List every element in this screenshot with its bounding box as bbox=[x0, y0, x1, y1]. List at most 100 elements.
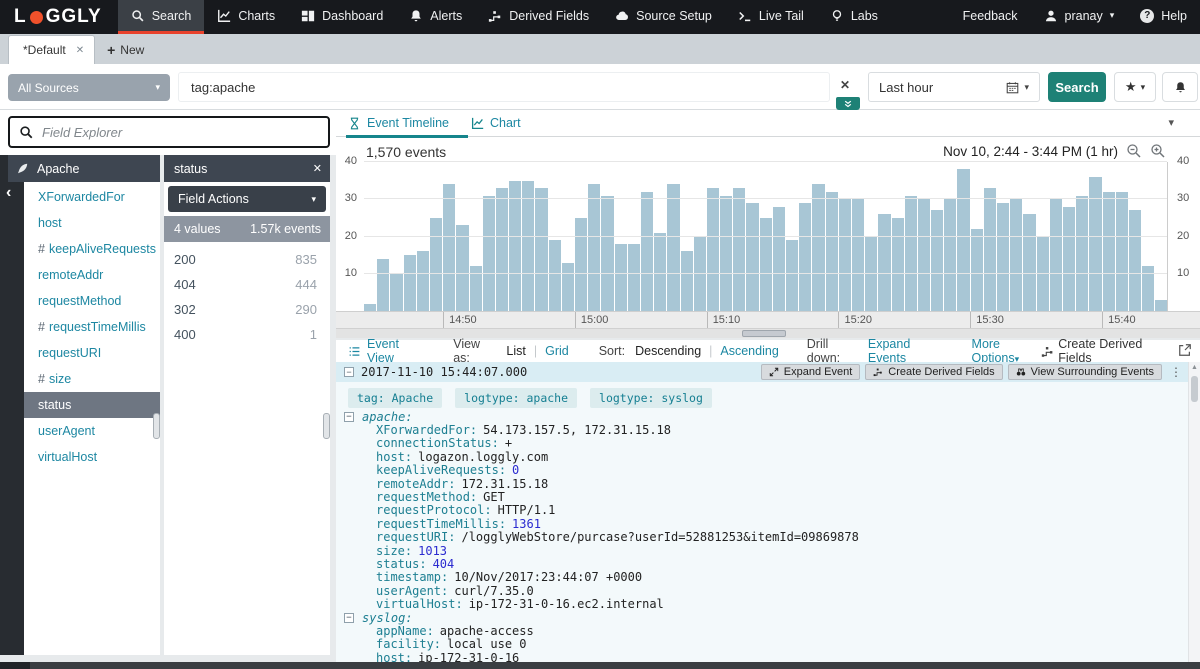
sidebar-field-requesttimemillis[interactable]: # requestTimeMillis bbox=[24, 314, 160, 340]
expand-events-option[interactable]: Expand Events bbox=[868, 337, 942, 365]
field-value-row[interactable]: 200 835 bbox=[164, 247, 330, 272]
field-group-header[interactable]: Apache bbox=[8, 155, 160, 182]
tree-key[interactable]: remoteAddr: bbox=[376, 477, 455, 491]
sidebar-field-requesturi[interactable]: requestURI bbox=[24, 340, 160, 366]
timeline-bar[interactable] bbox=[983, 188, 996, 311]
sidebar-field-status[interactable]: status bbox=[24, 392, 160, 418]
tree-key[interactable]: connectionStatus: bbox=[376, 436, 499, 450]
timeline-bar[interactable] bbox=[891, 217, 904, 311]
timeline-bar[interactable] bbox=[746, 202, 759, 311]
tab-default[interactable]: *Default ✕ bbox=[8, 35, 96, 64]
event-tag[interactable]: logtype: apache bbox=[455, 388, 578, 408]
loggly-logo[interactable]: L GGLY bbox=[0, 0, 118, 34]
tab-event-timeline[interactable]: Event Timeline bbox=[348, 110, 449, 136]
timeline-bar[interactable] bbox=[786, 240, 799, 311]
tree-key[interactable]: host: bbox=[376, 450, 412, 464]
timeline-bar[interactable] bbox=[812, 184, 825, 311]
tree-key[interactable]: facility: bbox=[376, 637, 441, 651]
timeline-bar[interactable] bbox=[495, 188, 509, 311]
collapse-node-icon[interactable]: − bbox=[344, 612, 354, 623]
timeline-bar[interactable] bbox=[1010, 199, 1023, 311]
nav-item-charts[interactable]: Charts bbox=[204, 0, 288, 34]
tree-value[interactable]: 404 bbox=[433, 557, 455, 571]
timeline-bar[interactable] bbox=[1115, 191, 1128, 311]
sort-descending-option[interactable]: Descending bbox=[635, 344, 701, 358]
time-range-picker[interactable]: Last hour ▾ bbox=[868, 72, 1040, 102]
timeline-bar[interactable] bbox=[509, 180, 522, 311]
expand-event-button[interactable]: Expand Event bbox=[760, 364, 861, 380]
help-menu[interactable]: ? Help bbox=[1127, 0, 1200, 34]
timeline-bar[interactable] bbox=[548, 240, 561, 311]
tree-value[interactable]: ip-172-31-0-16 bbox=[418, 651, 519, 662]
search-button[interactable]: Search bbox=[1048, 72, 1106, 102]
event-row-header[interactable]: − 2017-11-10 15:44:07.000 Expand Event Cr… bbox=[336, 362, 1188, 382]
timeline-bar[interactable] bbox=[456, 225, 469, 311]
timeline-bar[interactable] bbox=[640, 191, 654, 311]
event-tag[interactable]: tag: Apache bbox=[348, 388, 443, 408]
nav-item-dashboard[interactable]: Dashboard bbox=[288, 0, 396, 34]
sort-ascending-option[interactable]: Ascending bbox=[720, 344, 778, 358]
tree-key[interactable]: host: bbox=[376, 651, 412, 662]
panel-resize-handle[interactable] bbox=[323, 413, 330, 439]
more-options-menu[interactable]: More Options▾ bbox=[972, 337, 1042, 365]
sidebar-field-useragent[interactable]: userAgent bbox=[24, 418, 160, 444]
tree-value[interactable]: 54.173.157.5, 172.31.15.18 bbox=[483, 423, 671, 437]
nav-item-search[interactable]: Search bbox=[117, 0, 205, 34]
search-query-input[interactable] bbox=[178, 72, 830, 102]
tree-key[interactable]: requestMethod: bbox=[376, 490, 477, 504]
tree-value[interactable]: local use 0 bbox=[447, 637, 526, 651]
tree-key[interactable]: requestTimeMillis: bbox=[376, 517, 506, 531]
timeline-bar[interactable] bbox=[535, 188, 548, 311]
user-menu[interactable]: pranay ▾ bbox=[1031, 0, 1128, 34]
nav-item-source-setup[interactable]: Source Setup bbox=[602, 0, 725, 34]
tree-value[interactable]: 172.31.15.18 bbox=[461, 477, 548, 491]
tree-value[interactable]: GET bbox=[483, 490, 505, 504]
timeline-bar[interactable] bbox=[772, 206, 785, 311]
tree-key[interactable]: appName: bbox=[376, 624, 434, 638]
timeline-bar[interactable] bbox=[706, 188, 720, 311]
timeline-scrollbar-thumb[interactable] bbox=[742, 330, 787, 337]
collapse-node-icon[interactable]: − bbox=[344, 411, 354, 422]
panel-resize-handle[interactable] bbox=[153, 413, 160, 439]
tree-value[interactable]: 0 bbox=[512, 463, 519, 477]
tree-key[interactable]: XForwardedFor: bbox=[376, 423, 477, 437]
timeline-bar[interactable] bbox=[917, 199, 931, 311]
tree-key[interactable]: requestProtocol: bbox=[376, 503, 492, 517]
timeline-bar[interactable] bbox=[693, 236, 706, 311]
new-tab-button[interactable]: + New bbox=[95, 35, 156, 64]
timeline-bar[interactable] bbox=[667, 184, 680, 311]
timeline-bar[interactable] bbox=[377, 258, 390, 311]
sidebar-field-requestmethod[interactable]: requestMethod bbox=[24, 288, 160, 314]
close-panel-icon[interactable]: ✕ bbox=[313, 162, 322, 175]
sidebar-field-xforwardedfor[interactable]: XForwardedFor bbox=[24, 184, 160, 210]
nav-item-labs[interactable]: Labs bbox=[817, 0, 891, 34]
field-actions-button[interactable]: Field Actions ▾ bbox=[168, 186, 326, 212]
collapse-timeline-icon[interactable]: ▾ bbox=[1168, 116, 1174, 129]
timeline-bar[interactable] bbox=[825, 191, 838, 311]
tree-value[interactable]: logazon.loggly.com bbox=[418, 450, 548, 464]
tree-key[interactable]: size: bbox=[376, 544, 412, 558]
timeline-bar[interactable] bbox=[1049, 199, 1062, 311]
view-as-grid-option[interactable]: Grid bbox=[545, 344, 569, 358]
scroll-up-icon[interactable]: ▲ bbox=[1189, 364, 1200, 371]
timeline-bar[interactable] bbox=[878, 214, 891, 311]
sidebar-field-size[interactable]: # size bbox=[24, 366, 160, 392]
tree-key[interactable]: timestamp: bbox=[376, 570, 448, 584]
clear-query-icon[interactable]: ✕ bbox=[840, 78, 850, 92]
tree-value[interactable]: 10/Nov/2017:23:44:07 +0000 bbox=[454, 570, 642, 584]
timeline-bar[interactable] bbox=[720, 195, 733, 311]
timeline-bar[interactable] bbox=[733, 188, 746, 311]
event-tag[interactable]: logtype: syslog bbox=[590, 388, 712, 408]
timeline-bar[interactable] bbox=[482, 195, 495, 311]
tree-key[interactable]: userAgent: bbox=[376, 584, 448, 598]
timeline-bar[interactable] bbox=[970, 229, 983, 311]
sidebar-field-remoteaddr[interactable]: remoteAddr bbox=[24, 262, 160, 288]
tree-key[interactable]: virtualHost: bbox=[376, 597, 463, 611]
tree-key[interactable]: status: bbox=[376, 557, 427, 571]
source-selector[interactable]: All Sources ▾ bbox=[8, 74, 170, 101]
tree-value[interactable]: /logglyWebStore/purcase?userId=52881253&… bbox=[461, 530, 858, 544]
timeline-bar[interactable] bbox=[1076, 195, 1089, 311]
timeline-bar[interactable] bbox=[1089, 176, 1102, 311]
field-value-row[interactable]: 404 444 bbox=[164, 272, 330, 297]
view-surrounding-events-button[interactable]: View Surrounding Events bbox=[1007, 364, 1162, 380]
